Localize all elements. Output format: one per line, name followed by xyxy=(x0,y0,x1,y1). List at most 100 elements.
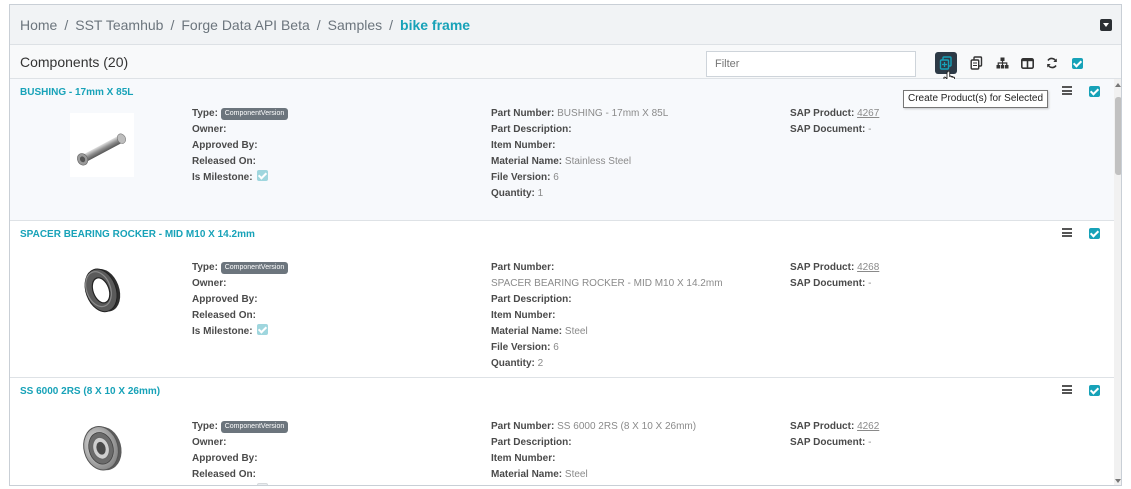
select-component-checkbox[interactable] xyxy=(1089,385,1100,396)
milestone-checkbox xyxy=(257,170,269,181)
sap-info: SAP Product: 4267 SAP Document: - xyxy=(790,106,879,138)
is-milestone-label: Is Milestone: xyxy=(192,326,253,337)
is-milestone-label: Is Milestone: xyxy=(192,172,253,183)
ball-bearing-image xyxy=(70,416,134,480)
approved-by-label: Approved By: xyxy=(192,453,258,464)
sap-product-label: SAP Product: xyxy=(790,421,855,432)
columns-button[interactable] xyxy=(1016,52,1038,74)
material-name-label: Material Name: xyxy=(491,469,563,480)
file-version-value: 6 xyxy=(553,342,559,353)
sap-document-value: - xyxy=(868,437,872,448)
released-on-label: Released On: xyxy=(192,156,256,167)
approved-by-label: Approved By: xyxy=(192,140,258,151)
sap-product-label: SAP Product: xyxy=(790,108,855,119)
quantity-label: Quantity: xyxy=(491,188,535,199)
part-number-label: Part Number: xyxy=(491,262,555,273)
breadcrumb-current: bike frame xyxy=(400,16,471,33)
item-number-label: Item Number: xyxy=(491,310,556,321)
sap-document-label: SAP Document: xyxy=(790,124,866,135)
select-component-checkbox[interactable] xyxy=(1089,86,1100,97)
sap-document-label: SAP Document: xyxy=(790,278,866,289)
milestone-checkbox xyxy=(257,483,269,485)
sap-product-link[interactable]: 4262 xyxy=(857,421,879,432)
sap-product-label: SAP Product: xyxy=(790,262,855,273)
sap-document-label: SAP Document: xyxy=(790,437,866,448)
component-title[interactable]: SPACER BEARING ROCKER - MID M10 X 14.2mm xyxy=(20,229,255,240)
scroll-up-arrow-icon[interactable] xyxy=(1115,83,1121,87)
breadcrumb: Home / SST Teamhub / Forge Data API Beta… xyxy=(10,5,1121,45)
scroll-down-arrow-icon[interactable] xyxy=(1115,479,1121,483)
owner-label: Owner: xyxy=(192,278,227,289)
breadcrumb-sst-teamhub[interactable]: SST Teamhub xyxy=(75,17,163,33)
file-version-value: 1 xyxy=(553,485,559,486)
type-label: Type: xyxy=(192,262,218,273)
component-title[interactable]: BUSHING - 17mm X 85L xyxy=(20,87,133,98)
owner-label: Owner: xyxy=(192,124,227,135)
breadcrumb-separator: / xyxy=(170,16,175,33)
breadcrumb-toggle-icon[interactable] xyxy=(1100,19,1112,31)
file-version-label: File Version: xyxy=(491,172,551,183)
breadcrumb-separator: / xyxy=(316,16,321,33)
select-component-checkbox[interactable] xyxy=(1089,228,1100,239)
select-all-checkbox[interactable] xyxy=(1066,52,1088,74)
file-version-value: 6 xyxy=(553,172,559,183)
quantity-value: 1 xyxy=(537,188,544,199)
hierarchy-icon xyxy=(996,57,1008,69)
breadcrumb-separator: / xyxy=(389,16,394,33)
copy-documents-icon xyxy=(970,56,982,70)
type-badge: ComponentVersion xyxy=(220,108,289,120)
general-info: Type: ComponentVersion Owner: Approved B… xyxy=(192,106,289,186)
part-info: Part Number: BUSHING - 17mm X 85L Part D… xyxy=(491,106,668,202)
component-title[interactable]: SS 6000 2RS (8 X 10 X 26mm) xyxy=(20,386,160,397)
hamburger-menu-icon[interactable] xyxy=(1062,385,1072,394)
sap-product-link[interactable]: 4267 xyxy=(857,108,879,119)
owner-label: Owner: xyxy=(192,437,227,448)
quantity-value: 2 xyxy=(537,358,544,369)
material-name-label: Material Name: xyxy=(491,326,563,337)
components-title: Components (20) xyxy=(20,53,129,70)
part-number-label: Part Number: xyxy=(491,421,555,432)
hamburger-menu-icon[interactable] xyxy=(1062,228,1072,237)
part-number-label: Part Number: xyxy=(491,108,555,119)
material-name-value: Steel xyxy=(564,469,588,480)
scrollbar[interactable] xyxy=(1114,79,1121,485)
tooltip: Create Product(s) for Selected xyxy=(903,90,1049,108)
app-frame: Home / SST Teamhub / Forge Data API Beta… xyxy=(9,4,1122,486)
sap-product-link[interactable]: 4268 xyxy=(857,262,879,273)
refresh-button[interactable] xyxy=(1041,52,1063,74)
general-info: Type: ComponentVersion Owner: Approved B… xyxy=(192,419,289,486)
columns-icon xyxy=(1020,57,1034,69)
released-on-label: Released On: xyxy=(192,310,256,321)
part-number-value: SPACER BEARING ROCKER - MID M10 X 14.2mm xyxy=(491,278,723,289)
type-badge: ComponentVersion xyxy=(220,421,289,433)
breadcrumb-home[interactable]: Home xyxy=(20,17,57,33)
part-info: Part Number: SPACER BEARING ROCKER - MID… xyxy=(491,260,723,372)
hamburger-menu-icon[interactable] xyxy=(1062,86,1072,95)
type-label: Type: xyxy=(192,108,218,119)
breadcrumb-samples[interactable]: Samples xyxy=(328,17,382,33)
part-description-label: Part Description: xyxy=(491,437,572,448)
file-version-label: File Version: xyxy=(491,342,551,353)
milestone-checkbox xyxy=(257,324,269,335)
breadcrumb-forge-data-api[interactable]: Forge Data API Beta xyxy=(181,17,309,33)
checkbox-checked-icon xyxy=(1071,57,1083,69)
spacer-ring-image xyxy=(70,258,134,322)
item-number-label: Item Number: xyxy=(491,453,556,464)
is-milestone-label: Is Milestone: xyxy=(192,485,253,486)
material-name-label: Material Name: xyxy=(491,156,563,167)
quantity-label: Quantity: xyxy=(491,358,535,369)
type-label: Type: xyxy=(192,421,218,432)
sap-document-value: - xyxy=(868,278,872,289)
part-number-value: BUSHING - 17mm X 85L xyxy=(557,108,669,119)
part-info: Part Number: SS 6000 2RS (8 X 10 X 26mm)… xyxy=(491,419,696,486)
material-name-value: Steel xyxy=(564,326,588,337)
component-card: SPACER BEARING ROCKER - MID M10 X 14.2mm… xyxy=(10,221,1114,378)
hierarchy-button[interactable] xyxy=(991,52,1013,74)
scrollbar-thumb[interactable] xyxy=(1115,97,1121,175)
create-products-icon xyxy=(939,56,952,70)
copy-documents-button[interactable] xyxy=(965,52,987,74)
material-name-value: Stainless Steel xyxy=(564,156,632,167)
bushing-image xyxy=(70,113,134,177)
filter-input[interactable] xyxy=(706,51,916,77)
component-list: BUSHING - 17mm X 85L Type: ComponentVers… xyxy=(10,79,1114,486)
